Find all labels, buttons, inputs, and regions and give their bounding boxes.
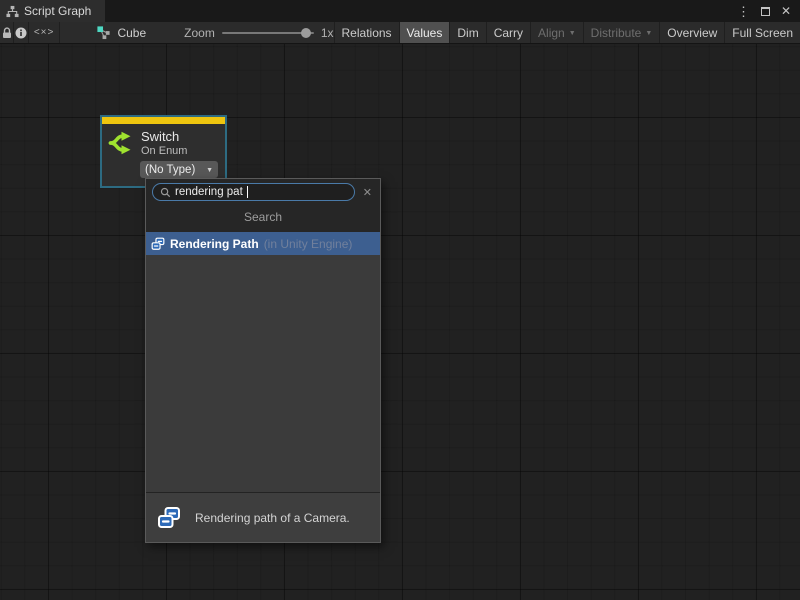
search-icon <box>160 187 171 198</box>
chevron-down-icon: ▼ <box>569 30 576 37</box>
finder-section-header: Search <box>146 201 380 232</box>
zoom-control: Zoom 1x <box>184 22 333 43</box>
align-dropdown-button[interactable]: Align ▼ <box>530 22 583 43</box>
lock-icon <box>1 27 13 39</box>
search-query-text: rendering pat <box>175 186 243 198</box>
chevron-down-icon: ▼ <box>645 30 652 37</box>
titlebar: Script Graph ⋮ ✕ <box>0 0 800 22</box>
script-graph-icon <box>6 5 19 18</box>
finder-result-row[interactable]: Rendering Path (in Unity Engine) <box>146 232 380 255</box>
toolbar-buttons: Relations Values Dim Carry Align ▼ Distr… <box>334 22 800 43</box>
tab-script-graph[interactable]: Script Graph <box>0 0 105 22</box>
type-dropdown-value: (No Type) <box>145 164 195 176</box>
distribute-dropdown-button[interactable]: Distribute ▼ <box>583 22 660 43</box>
node-titles: Switch On Enum <box>141 129 187 157</box>
branch-icon <box>107 130 135 156</box>
enum-icon <box>151 237 165 251</box>
dim-button[interactable]: Dim <box>449 22 485 43</box>
zoom-slider-handle[interactable] <box>301 28 311 38</box>
finder-results-list[interactable] <box>146 255 380 492</box>
node-warning-bar <box>102 117 225 124</box>
chevron-down-icon: ▼ <box>206 167 213 174</box>
zoom-value: 1x <box>321 26 334 40</box>
search-input[interactable]: rendering pat <box>152 183 355 201</box>
graph-canvas[interactable]: Switch On Enum (No Type) ▼ <box>0 44 800 600</box>
finder-description-text: Rendering path of a Camera. <box>195 511 350 525</box>
lock-button[interactable] <box>0 22 14 43</box>
node-title: Switch <box>141 129 187 144</box>
zoom-slider[interactable] <box>222 32 314 34</box>
graph-ref-label: Cube <box>117 26 146 40</box>
text-caret <box>247 186 248 198</box>
result-name: Rendering Path <box>170 237 259 251</box>
close-icon[interactable]: ✕ <box>781 5 791 17</box>
values-button[interactable]: Values <box>399 22 450 43</box>
graph-node-icon <box>96 25 111 40</box>
carry-button[interactable]: Carry <box>486 22 530 43</box>
maximize-icon[interactable] <box>761 7 770 16</box>
relations-button[interactable]: Relations <box>334 22 399 43</box>
finder-description-panel: Rendering path of a Camera. <box>146 492 380 542</box>
window-controls: ⋮ ✕ <box>737 0 800 22</box>
zoom-label: Zoom <box>184 26 215 40</box>
search-row: rendering pat ✕ <box>146 179 380 201</box>
code-preview-button[interactable]: <×> <box>29 22 61 43</box>
tab-title: Script Graph <box>24 4 91 18</box>
graph-toolbar: <×> Cube Zoom 1x Relations <box>0 22 800 44</box>
overview-button[interactable]: Overview <box>659 22 724 43</box>
node-body: Switch On Enum <box>102 124 225 159</box>
clear-search-button[interactable]: ✕ <box>360 186 375 199</box>
graph-breadcrumb-cube[interactable]: Cube <box>86 22 156 43</box>
node-subtitle: On Enum <box>141 145 187 157</box>
more-menu-icon[interactable]: ⋮ <box>737 5 750 18</box>
code-icon: <×> <box>34 27 55 38</box>
type-dropdown[interactable]: (No Type) ▼ <box>140 161 218 178</box>
fuzzy-finder-popup: rendering pat ✕ Search Rendering Path (i… <box>145 178 381 543</box>
info-button[interactable] <box>14 22 28 43</box>
info-icon <box>15 27 27 39</box>
result-context: (in Unity Engine) <box>264 237 353 251</box>
full-screen-button[interactable]: Full Screen <box>724 22 800 43</box>
script-graph-window: Script Graph ⋮ ✕ <box>0 0 800 600</box>
enum-icon-large <box>157 506 181 530</box>
